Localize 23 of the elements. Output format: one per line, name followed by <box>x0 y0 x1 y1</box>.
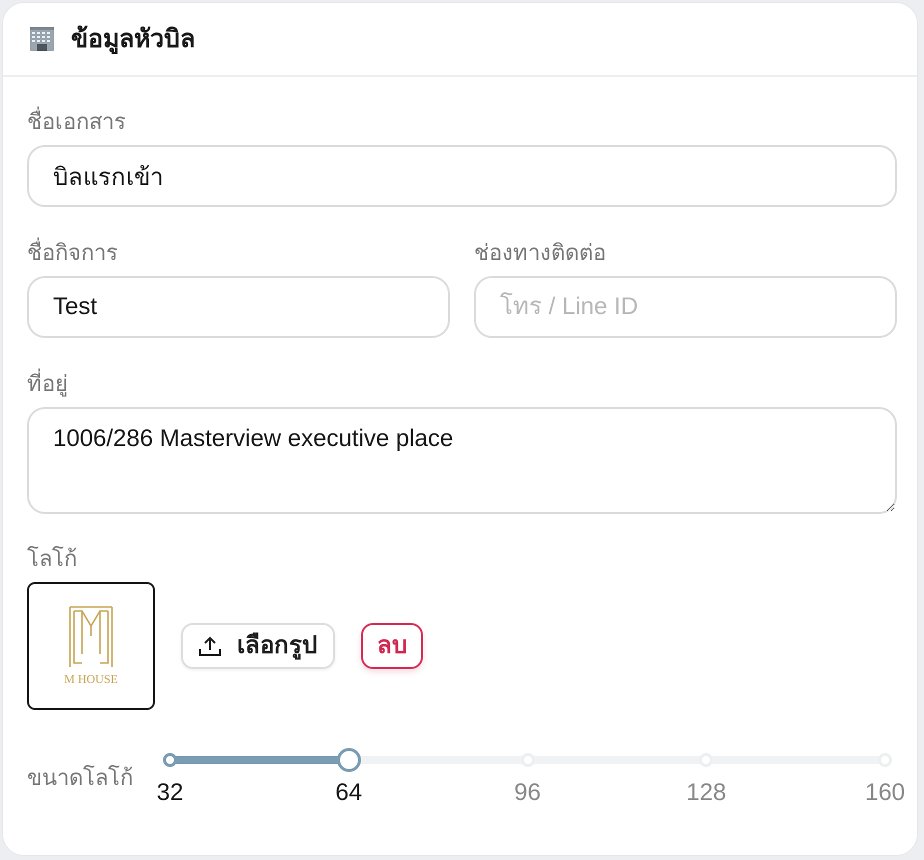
slider-tick-label: 160 <box>864 778 906 808</box>
upload-icon <box>199 636 221 656</box>
slider-thumb[interactable] <box>336 748 361 772</box>
text-field[interactable]: บิลแรกเข้า <box>27 145 897 207</box>
text-field[interactable]: โทร / Line ID <box>474 276 897 338</box>
choose-image-button[interactable]: เลือกรูป <box>181 623 335 669</box>
slider-tick-label: 32 <box>156 778 184 808</box>
text-field[interactable]: Test <box>27 276 450 338</box>
field-label: ช่องทางติดต่อ <box>474 239 606 267</box>
slider-tick-label: 96 <box>514 778 541 808</box>
address-textarea[interactable]: 1006/286 Masterview executive place <box>27 407 897 514</box>
logo-drawing <box>68 606 114 668</box>
field-label: ชื่อกิจการ <box>27 238 118 268</box>
field-label: โลโก้ <box>27 545 77 573</box>
slider-tick-label: 64 <box>335 778 362 808</box>
delete-button[interactable]: ลบ <box>361 623 423 669</box>
field-label: ที่อยู่ <box>27 369 68 399</box>
field-label: ชื่อเอกสาร <box>27 107 126 137</box>
slider-tick-label: 128 <box>686 778 726 808</box>
office-building-icon <box>29 26 55 52</box>
slider-label: ขนาดโลโก้ <box>27 764 134 792</box>
logo-wordmark: M HOUSE <box>64 672 118 686</box>
card-title: ข้อมูลหัวบิล <box>71 24 195 56</box>
